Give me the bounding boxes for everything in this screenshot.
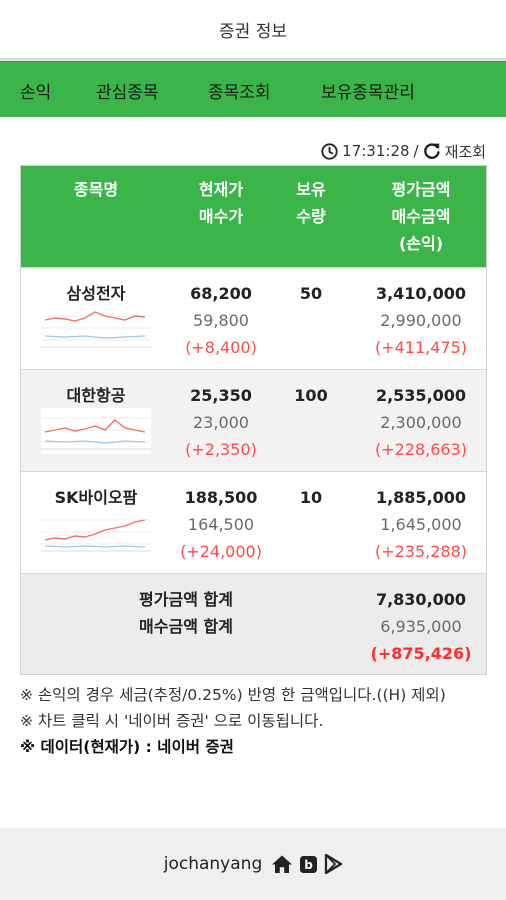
stock-sparkline-chart[interactable] (41, 306, 151, 352)
nav-item-stock-search[interactable]: 종목조회 (208, 78, 271, 103)
main-nav: 손익 관심종목 종목조회 보유종목관리 (0, 61, 506, 117)
price-diff: (+2,350) (185, 440, 257, 459)
app-title: 증권 정보 (219, 21, 287, 42)
totals-row: 평가금액 합계 매수금액 합계 7,830,000 6,935,000 (+87… (21, 573, 486, 674)
buy-amount: 1,645,000 (380, 515, 462, 534)
eval-total: 7,830,000 (375, 590, 467, 609)
table-row: 삼성전자 68,200 59,800 (+8,400) 50 3,410,000… (21, 267, 486, 369)
note-tax: ※ 손익의 경우 세금(추정/0.25%) 반영 한 금액입니다.((H) 제외… (20, 686, 446, 704)
buy-price: 59,800 (193, 311, 249, 330)
quantity: 50 (299, 284, 323, 303)
header-profit-loss: (손익) (398, 234, 444, 253)
header-quantity: 보유 수량 (273, 176, 349, 230)
amount-cell: 3,410,000 2,990,000 (+411,475) (361, 280, 481, 361)
blog-icon[interactable]: b (299, 855, 318, 874)
refresh-button[interactable]: 재조회 (445, 141, 486, 162)
footer: jochanyang b (0, 828, 506, 900)
buy-total: 6,935,000 (380, 617, 462, 636)
price-diff: (+8,400) (185, 338, 257, 357)
profit-loss: (+235,288) (374, 542, 468, 561)
stock-name[interactable]: SK바이오팜 (21, 484, 171, 508)
header-quantity-line2: 수량 (296, 207, 326, 226)
header-quantity-line1: 보유 (296, 180, 326, 199)
eval-amount: 1,885,000 (375, 488, 467, 507)
nav-item-holdings-manage[interactable]: 보유종목관리 (321, 78, 415, 103)
notes: ※ 손익의 경우 세금(추정/0.25%) 반영 한 금액입니다.((H) 제외… (20, 682, 490, 760)
stock-name[interactable]: 대한항공 (21, 382, 171, 406)
table-row: SK바이오팜 188,500 164,500 (+24,000) 10 1,88… (21, 471, 486, 573)
time-separator: / (413, 142, 419, 160)
profit-loss: (+228,663) (374, 440, 468, 459)
holdings-table: 종목명 현재가 매수가 보유 수량 평가금액 매수금액 (손익) 삼성전자 68… (20, 165, 487, 675)
stock-sparkline-chart[interactable] (41, 510, 151, 556)
profit-loss: (+411,475) (374, 338, 468, 357)
header-price: 현재가 매수가 (171, 176, 271, 230)
eval-total-label: 평가금액 합계 (139, 590, 233, 609)
home-icon[interactable] (271, 854, 293, 874)
header-amount: 평가금액 매수금액 (손익) (361, 176, 481, 257)
update-time-row: 17:31:28 / 재조회 (321, 140, 486, 162)
buy-amount: 2,300,000 (380, 413, 462, 432)
nav-item-watchlist[interactable]: 관심종목 (96, 78, 159, 103)
note-data-source: ※ 데이터(현재가) : 네이버 증권 (20, 738, 234, 756)
quantity: 100 (294, 386, 328, 405)
current-price: 188,500 (184, 488, 258, 507)
totals-amount-cell: 7,830,000 6,935,000 (+875,426) (361, 586, 481, 667)
quantity: 10 (299, 488, 323, 507)
header-buy-amount: 매수금액 (391, 207, 451, 226)
profit-loss-total: (+875,426) (370, 644, 472, 663)
stock-name[interactable]: 삼성전자 (21, 280, 171, 304)
author-name: jochanyang (163, 854, 263, 874)
totals-labels: 평가금액 합계 매수금액 합계 (111, 586, 261, 640)
clock-icon (321, 142, 338, 160)
play-store-icon[interactable] (324, 854, 343, 874)
table-header: 종목명 현재가 매수가 보유 수량 평가금액 매수금액 (손익) (21, 166, 486, 267)
header-buy-price: 매수가 (198, 207, 244, 226)
nav-item-profit[interactable]: 손익 (20, 78, 51, 103)
update-time: 17:31:28 (342, 142, 410, 160)
amount-cell: 2,535,000 2,300,000 (+228,663) (361, 382, 481, 463)
buy-amount: 2,990,000 (380, 311, 462, 330)
buy-price: 23,000 (193, 413, 249, 432)
buy-price: 164,500 (187, 515, 255, 534)
current-price: 25,350 (190, 386, 252, 405)
amount-cell: 1,885,000 1,645,000 (+235,288) (361, 484, 481, 565)
stock-sparkline-chart[interactable] (41, 408, 151, 454)
svg-text:b: b (304, 858, 313, 872)
eval-amount: 2,535,000 (375, 386, 467, 405)
price-diff: (+24,000) (180, 542, 262, 561)
header-current-price: 현재가 (198, 180, 244, 199)
header-stock-name: 종목명 (73, 180, 119, 199)
price-cell: 68,200 59,800 (+8,400) (171, 280, 271, 361)
eval-amount: 3,410,000 (375, 284, 467, 303)
current-price: 68,200 (190, 284, 252, 303)
table-row: 대한항공 25,350 23,000 (+2,350) 100 2,535,00… (21, 369, 486, 471)
refresh-icon[interactable] (423, 142, 441, 160)
note-chart-link: ※ 차트 클릭 시 '네이버 증권' 으로 이동됩니다. (20, 712, 324, 730)
price-cell: 25,350 23,000 (+2,350) (171, 382, 271, 463)
header-eval-amount: 평가금액 (391, 180, 451, 199)
buy-total-label: 매수금액 합계 (139, 617, 233, 636)
price-cell: 188,500 164,500 (+24,000) (171, 484, 271, 565)
